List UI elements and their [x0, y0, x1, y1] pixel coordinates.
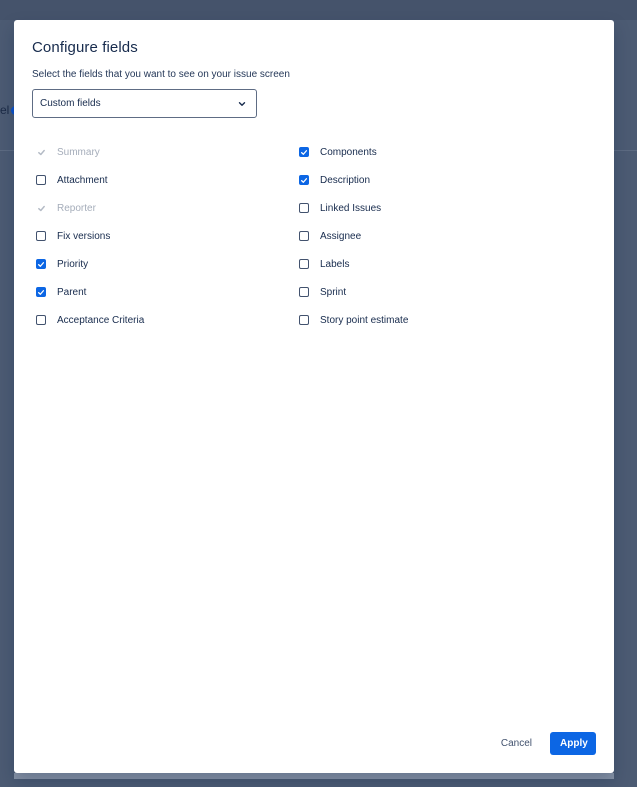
chevron-down-icon [238, 102, 246, 106]
checkbox-linked-issues[interactable] [299, 203, 309, 213]
field-option-linked-issues[interactable]: Linked Issues [299, 194, 408, 222]
checkmark-icon [300, 177, 308, 183]
field-option-label: Components [320, 146, 377, 158]
checkbox-acceptance-criteria[interactable] [36, 315, 46, 325]
fields-right-column: Components Description Linked Issues Assign… [299, 138, 408, 334]
checkbox-labels[interactable] [299, 259, 309, 269]
field-option-acceptance-criteria[interactable]: Acceptance Criteria [36, 306, 144, 334]
checkmark-icon [37, 149, 45, 155]
field-option-parent[interactable]: Parent [36, 278, 144, 306]
checkmark-icon [37, 205, 45, 211]
field-option-label: Assignee [320, 230, 362, 242]
field-option-components[interactable]: Components [299, 138, 408, 166]
field-option-label: Description [320, 174, 371, 186]
configure-fields-dialog: Configure fields Select the fields that … [14, 20, 614, 773]
field-type-select-value: Custom fields [40, 98, 101, 109]
checkmark-icon [37, 289, 45, 295]
checkbox-attachment[interactable] [36, 175, 46, 185]
field-option-assignee[interactable]: Assignee [299, 222, 408, 250]
dialog-title: Configure fields [32, 39, 138, 56]
checkbox-description[interactable] [299, 175, 309, 185]
field-option-label: Summary [57, 146, 100, 158]
background-hint-text: el [0, 103, 10, 117]
field-option-summary: Summary [36, 138, 144, 166]
field-option-story-point-estimate[interactable]: Story point estimate [299, 306, 408, 334]
field-option-fix-versions[interactable]: Fix versions [36, 222, 144, 250]
field-option-labels[interactable]: Labels [299, 250, 408, 278]
checkbox-priority[interactable] [36, 259, 46, 269]
checkbox-assignee[interactable] [299, 231, 309, 241]
field-option-attachment[interactable]: Attachment [36, 166, 144, 194]
field-option-priority[interactable]: Priority [36, 250, 144, 278]
background-bottom-strip [14, 773, 614, 779]
field-option-label: Reporter [57, 202, 96, 214]
apply-button[interactable]: Apply [550, 732, 596, 755]
field-option-label: Linked Issues [320, 202, 382, 214]
checkbox-components[interactable] [299, 147, 309, 157]
checkbox-parent[interactable] [36, 287, 46, 297]
dialog-footer: Cancel Apply [493, 732, 596, 755]
field-option-label: Sprint [320, 286, 347, 298]
field-option-label: Attachment [57, 174, 108, 186]
field-option-label: Acceptance Criteria [57, 314, 145, 326]
field-option-label: Priority [57, 258, 89, 270]
checkmark-icon [37, 261, 45, 267]
fields-left-column: Summary Attachment Reporter Fix versions Pri… [36, 138, 144, 334]
background-top-bar [0, 0, 637, 20]
cancel-button[interactable]: Cancel [493, 732, 540, 755]
checkbox-sprint[interactable] [299, 287, 309, 297]
field-option-label: Fix versions [57, 230, 111, 242]
field-option-label: Parent [57, 286, 87, 298]
field-option-description[interactable]: Description [299, 166, 408, 194]
field-option-sprint[interactable]: Sprint [299, 278, 408, 306]
checkmark-icon [300, 149, 308, 155]
checkbox-story-point-estimate[interactable] [299, 315, 309, 325]
field-option-reporter: Reporter [36, 194, 144, 222]
checkbox-reporter [36, 203, 46, 213]
dialog-subtitle: Select the fields that you want to see o… [32, 69, 290, 80]
field-type-select[interactable]: Custom fields [32, 89, 257, 118]
checkbox-summary [36, 147, 46, 157]
field-option-label: Story point estimate [320, 314, 409, 326]
field-option-label: Labels [320, 258, 350, 270]
checkbox-fix-versions[interactable] [36, 231, 46, 241]
